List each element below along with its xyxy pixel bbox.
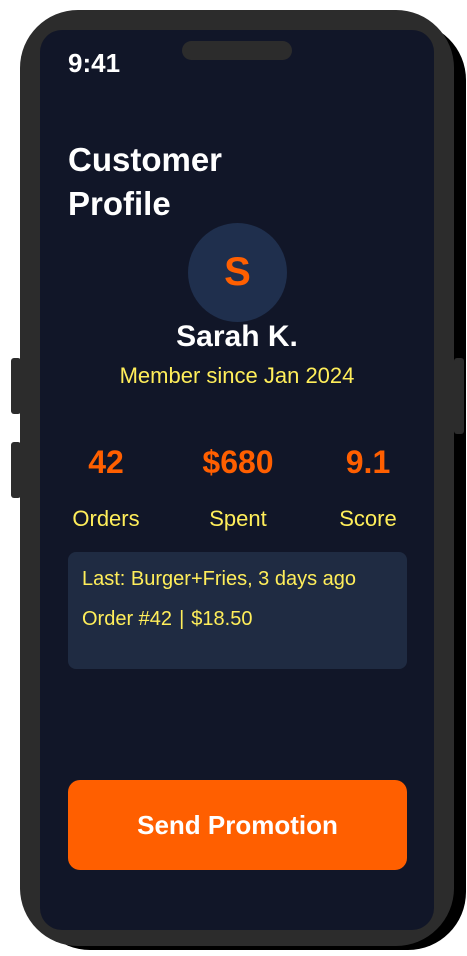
last-order-card: Last: Burger+Fries, 3 days ago Order #42… [68, 552, 407, 669]
order-separator: | [179, 608, 185, 630]
send-promotion-button[interactable]: Send Promotion [68, 780, 407, 870]
page-title: Customer Profile [68, 141, 223, 222]
phone-screen: 9:41 Customer Profile S Sarah K. Member … [40, 30, 434, 930]
power-button [454, 358, 464, 434]
stat-label: Spent [209, 506, 267, 531]
last-order-summary: Last: Burger+Fries, 3 days ago [82, 568, 357, 590]
stat-spent: $680 Spent [168, 438, 308, 532]
stat-score: 9.1 Score [298, 438, 434, 532]
volume-up-button [11, 358, 21, 414]
order-amount: $18.50 [191, 608, 253, 630]
stat-value: $680 [202, 444, 274, 480]
last-order-details: Order #42 | $18.50 [82, 608, 252, 631]
avatar-initial: S [224, 250, 251, 294]
member-since: Member since Jan 2024 [119, 363, 355, 388]
stat-value: 42 [88, 444, 124, 480]
avatar: S [188, 223, 287, 322]
status-time: 9:41 [68, 48, 121, 78]
stat-label: Orders [72, 506, 140, 531]
stat-label: Score [339, 506, 397, 531]
stat-orders: 42 Orders [40, 438, 176, 532]
notch [182, 41, 292, 60]
stat-value: 9.1 [345, 444, 391, 480]
order-number: Order #42 [82, 608, 173, 630]
customer-name: Sarah K. [176, 320, 298, 353]
volume-down-button [11, 442, 21, 498]
